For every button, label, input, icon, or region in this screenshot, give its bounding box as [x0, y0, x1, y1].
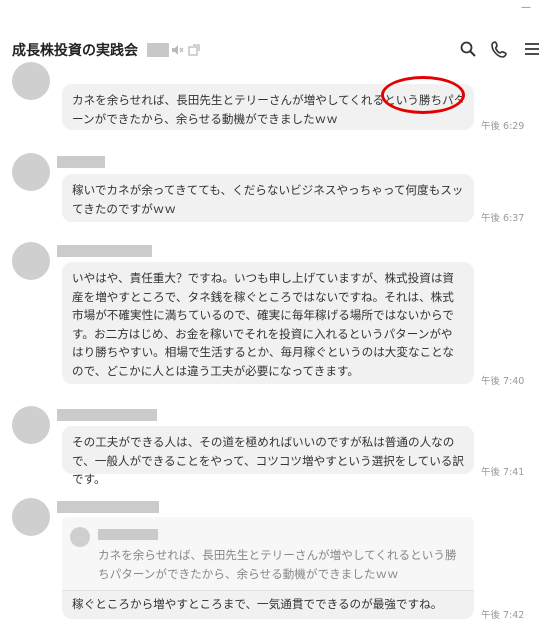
message-time: 午後 7:40: [481, 376, 525, 387]
message-bubble: その工夫ができる人は、その道を極めればいいのですが私は普通の人なので、一般人がで…: [62, 426, 474, 486]
avatar[interactable]: [12, 62, 50, 100]
avatar[interactable]: [12, 498, 50, 536]
message-time: 午後 7:42: [481, 610, 525, 621]
mute-icon[interactable]: [170, 42, 184, 61]
message-bubble: いやはや、責任重大？ですね。いつも申し上げていますが、株式投資は資産を増やすとこ…: [62, 262, 474, 384]
avatar[interactable]: [12, 153, 50, 191]
avatar[interactable]: [12, 406, 50, 444]
message-time: 午後 6:37: [481, 213, 525, 224]
sender-name-redacted: [57, 409, 157, 421]
quote-divider: [62, 590, 474, 591]
sender-name-redacted: [57, 156, 105, 168]
quoted-sender-redacted: [98, 529, 158, 540]
message-time: 午後 6:29: [481, 121, 525, 132]
avatar: [70, 527, 90, 547]
quoted-text: カネを余らせれば、長田先生とテリーさんが増やしてくれるという勝ちパターンができた…: [98, 548, 457, 581]
reply-bubble: カネを余らせれば、長田先生とテリーさんが増やしてくれるという勝ちパターンができた…: [62, 517, 474, 619]
message-text: いやはや、責任重大？ですね。いつも申し上げていますが、株式投資は資産を増やすとこ…: [72, 271, 455, 378]
message-bubble: 稼いでカネが余ってきてても、くだらないビジネスやっちゃって何度もスッてきたのです…: [62, 174, 474, 222]
quoted-message[interactable]: カネを余らせれば、長田先生とテリーさんが増やしてくれるという勝ちパターンができた…: [62, 517, 474, 590]
minimize-button[interactable]: —: [521, 2, 531, 13]
menu-icon[interactable]: [523, 40, 541, 62]
header-actions: [459, 40, 541, 62]
chat-title-text: 成長株投資の実践会: [12, 43, 138, 59]
message-time: 午後 7:41: [481, 467, 525, 478]
message-text: 稼いでカネが余ってきてても、くだらないビジネスやっちゃって何度もスッてきたのです…: [72, 183, 464, 216]
message-text: 稼ぐところから増やすところまで、一気通貫でできるのが最強ですね。: [72, 597, 443, 611]
message-text: その工夫ができる人は、その道を極めればいいのですが私は普通の人なので、一般人がで…: [72, 435, 464, 486]
phone-icon[interactable]: [491, 40, 509, 62]
search-icon[interactable]: [459, 40, 477, 62]
sender-name-redacted: [57, 501, 159, 513]
highlight-circle: [381, 76, 465, 114]
chat-header: — 成長株投資の実践会: [0, 0, 549, 70]
avatar[interactable]: [12, 242, 50, 280]
member-count-redacted: [146, 43, 169, 57]
external-link-icon[interactable]: [187, 42, 201, 61]
sender-name-redacted: [57, 245, 152, 257]
message-timeline[interactable]: カネを余らせれば、長田先生とテリーさんが増やしてくれるという勝ちパターンができた…: [0, 62, 549, 642]
chat-title: 成長株投資の実践会: [12, 40, 169, 60]
